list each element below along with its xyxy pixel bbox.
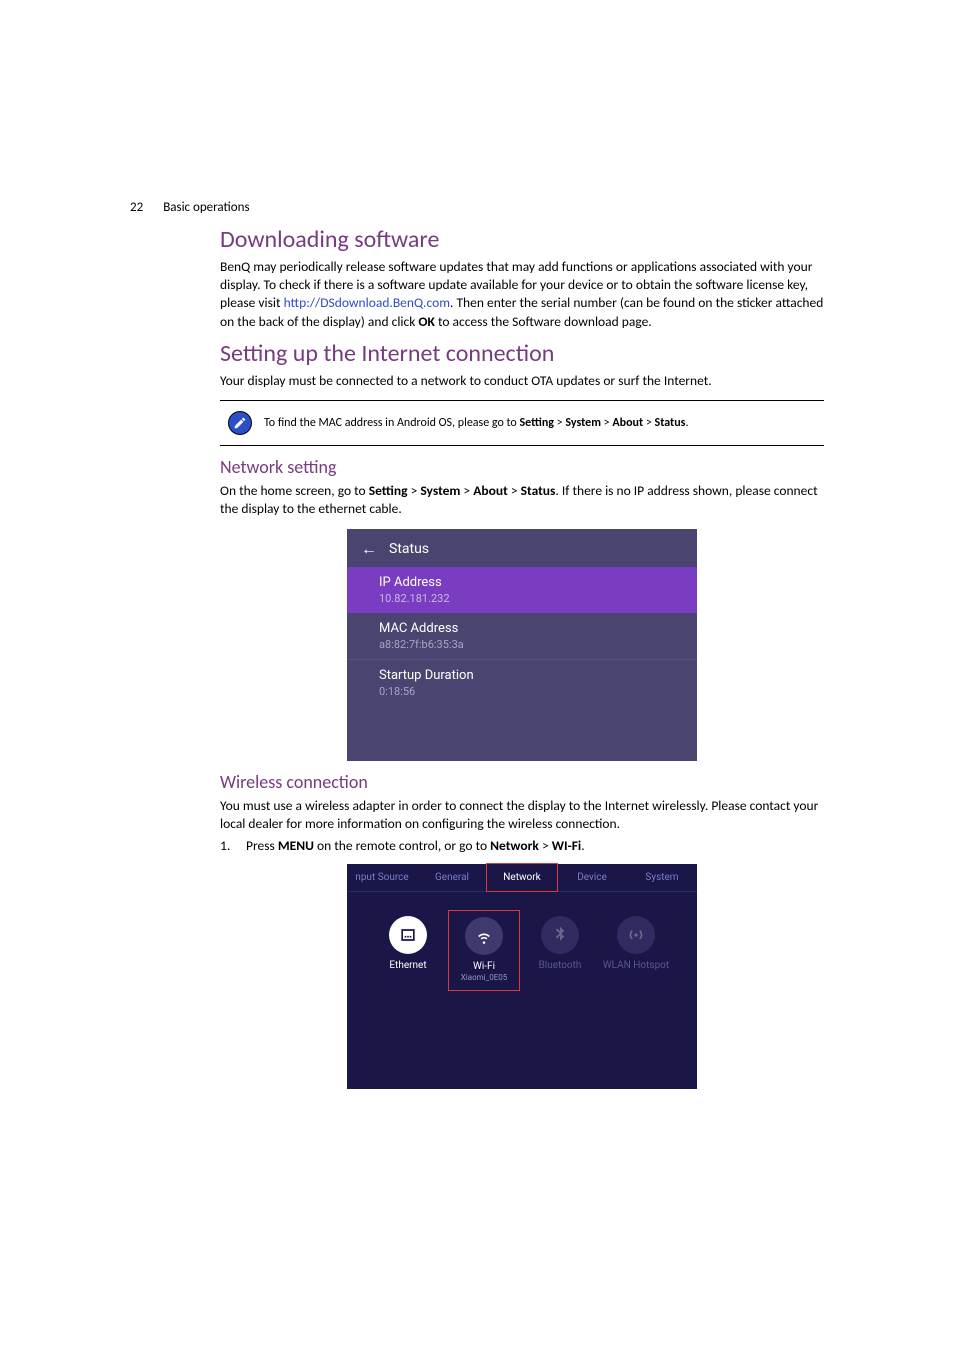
network-tabs: nput Source General Network Device Syste…	[347, 864, 697, 892]
tab-network[interactable]: Network	[486, 863, 558, 892]
status-titlebar: ← Status	[347, 529, 697, 567]
pencil-icon	[228, 411, 252, 435]
ethernet-icon	[389, 916, 427, 954]
link-dsdownload[interactable]: http://DSdownload.BenQ.com	[284, 294, 450, 311]
heading-wireless-connection: Wireless connection	[220, 771, 824, 793]
tab-input-source[interactable]: nput Source	[347, 864, 417, 891]
screenshot-network: nput Source General Network Device Syste…	[347, 864, 697, 1089]
section-name: Basic operations	[163, 200, 249, 215]
status-row-startup[interactable]: Startup Duration 0:18:56	[347, 659, 697, 706]
status-row-mac[interactable]: MAC Address a8:82:7f:b6:35:3a	[347, 613, 697, 659]
heading-downloading-software: Downloading software	[220, 225, 824, 254]
hotspot-icon	[617, 916, 655, 954]
status-row-ip[interactable]: IP Address 10.82.181.232	[347, 567, 697, 613]
note-mac-address: To find the MAC address in Android OS, p…	[220, 400, 824, 446]
net-item-hotspot[interactable]: WLAN Hotspot	[600, 910, 672, 991]
wifi-icon	[465, 917, 503, 955]
net-item-wifi[interactable]: Wi-Fi Xiaomi_0E05	[448, 910, 520, 991]
net-item-bluetooth[interactable]: Bluetooth	[524, 910, 596, 991]
page-number: 22	[130, 200, 143, 215]
tab-general[interactable]: General	[417, 864, 487, 891]
screenshot-status: ← Status IP Address 10.82.181.232 MAC Ad…	[347, 529, 697, 761]
paragraph-internet-connection: Your display must be connected to a netw…	[220, 372, 824, 390]
paragraph-network-setting: On the home screen, go to Setting > Syst…	[220, 482, 824, 518]
status-title: Status	[389, 541, 429, 557]
network-items: Ethernet Wi-Fi Xiaomi_0E05 Bluetooth	[347, 892, 697, 999]
bluetooth-icon	[541, 916, 579, 954]
step-1: 1. Press MENU on the remote control, or …	[220, 837, 824, 854]
paragraph-downloading-software: BenQ may periodically release software u…	[220, 258, 824, 331]
back-arrow-icon[interactable]: ←	[361, 539, 377, 559]
page-header: 22 Basic operations	[130, 200, 824, 215]
note-text: To find the MAC address in Android OS, p…	[264, 416, 688, 430]
tab-device[interactable]: Device	[557, 864, 627, 891]
paragraph-wireless-connection: You must use a wireless adapter in order…	[220, 797, 824, 833]
heading-network-setting: Network setting	[220, 456, 824, 478]
net-item-ethernet[interactable]: Ethernet	[372, 910, 444, 991]
heading-internet-connection: Setting up the Internet connection	[220, 339, 824, 368]
tab-system[interactable]: System	[627, 864, 697, 891]
